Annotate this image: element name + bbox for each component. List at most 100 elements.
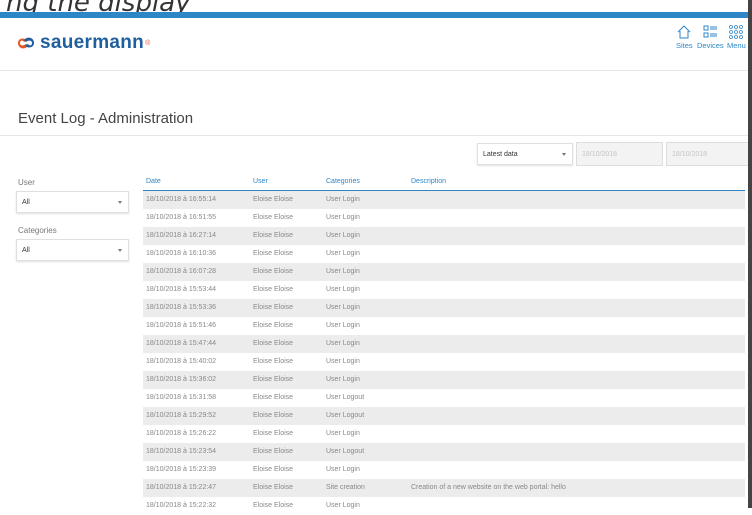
- user-cell: Eloise Eloise: [253, 268, 294, 275]
- table-row[interactable]: 18/10/2018 à 15:47:44 Eloise Eloise User L…: [143, 335, 745, 353]
- nav-menu-label: Menu: [727, 41, 746, 50]
- user-cell: Eloise Eloise: [253, 214, 294, 221]
- grid-icon: [729, 25, 744, 39]
- date-cell: 18/10/2018 à 16:27:14: [146, 232, 217, 239]
- list-icon: [703, 25, 718, 38]
- category-cell: User Login: [326, 430, 360, 437]
- nav-menu-button[interactable]: Menu: [727, 24, 746, 50]
- category-cell: User Login: [326, 322, 360, 329]
- date-cell: 18/10/2018 à 15:47:44: [146, 340, 217, 347]
- table-row[interactable]: 18/10/2018 à 15:23:39 Eloise Eloise User L…: [143, 461, 745, 479]
- table-header: Date User Categories Description: [143, 174, 745, 191]
- category-cell: Site creation: [326, 484, 365, 491]
- home-icon: [677, 25, 691, 39]
- date-cell: 18/10/2018 à 15:40:02: [146, 358, 217, 365]
- date-from-value: 18/10/2018: [582, 151, 618, 158]
- chevron-down-icon: [562, 153, 566, 156]
- chevron-down-icon: [118, 201, 122, 204]
- date-cell: 18/10/2018 à 15:36:02: [146, 376, 217, 383]
- user-cell: Eloise Eloise: [253, 394, 294, 401]
- table-row[interactable]: 18/10/2018 à 15:31:58 Eloise Eloise User L…: [143, 389, 745, 407]
- window-edge: [748, 0, 752, 508]
- column-header-date[interactable]: Date: [146, 178, 161, 185]
- brand-mark-icon: [18, 37, 34, 49]
- user-cell: Eloise Eloise: [253, 376, 294, 383]
- brand-name: sauermann: [40, 32, 145, 53]
- user-cell: Eloise Eloise: [253, 232, 294, 239]
- table-body: 18/10/2018 à 16:55:14 Eloise Eloise User L…: [143, 191, 745, 515]
- nav-sites-button[interactable]: Sites: [676, 24, 693, 50]
- date-cell: 18/10/2018 à 15:29:52: [146, 412, 217, 419]
- date-to-value: 18/10/2018: [672, 151, 708, 158]
- app-header: sauermann ® Sites Devices Menu: [0, 18, 752, 71]
- date-from-input[interactable]: 18/10/2018: [576, 142, 663, 166]
- category-cell: User Logout: [326, 412, 365, 419]
- category-cell: User Login: [326, 286, 360, 293]
- user-filter-value: All: [22, 199, 30, 206]
- table-row[interactable]: 18/10/2018 à 16:51:55 Eloise Eloise User L…: [143, 209, 745, 227]
- date-cell: 18/10/2018 à 15:23:54: [146, 448, 217, 455]
- user-cell: Eloise Eloise: [253, 304, 294, 311]
- user-cell: Eloise Eloise: [253, 322, 294, 329]
- category-cell: User Login: [326, 268, 360, 275]
- user-cell: Eloise Eloise: [253, 484, 294, 491]
- date-cell: 18/10/2018 à 15:26:22: [146, 430, 217, 437]
- chevron-down-icon: [118, 249, 122, 252]
- category-cell: User Logout: [326, 448, 365, 455]
- user-cell: Eloise Eloise: [253, 340, 294, 347]
- table-row[interactable]: 18/10/2018 à 15:29:52 Eloise Eloise User L…: [143, 407, 745, 425]
- date-cell: 18/10/2018 à 15:51:46: [146, 322, 217, 329]
- category-cell: User Login: [326, 214, 360, 221]
- categories-filter-select[interactable]: All: [16, 239, 129, 261]
- table-row[interactable]: 18/10/2018 à 15:36:02 Eloise Eloise User L…: [143, 371, 745, 389]
- date-cell: 18/10/2018 à 16:51:55: [146, 214, 217, 221]
- nav-devices-button[interactable]: Devices: [697, 24, 724, 50]
- date-cell: 18/10/2018 à 16:10:36: [146, 250, 217, 257]
- description-cell: Creation of a new website on the web por…: [411, 484, 566, 491]
- categories-filter-value: All: [22, 247, 30, 254]
- table-row[interactable]: 18/10/2018 à 16:07:28 Eloise Eloise User L…: [143, 263, 745, 281]
- brand-registered-mark: ®: [145, 39, 151, 47]
- user-cell: Eloise Eloise: [253, 466, 294, 473]
- table-row[interactable]: 18/10/2018 à 15:53:44 Eloise Eloise User L…: [143, 281, 745, 299]
- nav-devices-label: Devices: [697, 41, 724, 50]
- user-cell: Eloise Eloise: [253, 286, 294, 293]
- category-cell: User Login: [326, 466, 360, 473]
- category-cell: User Login: [326, 340, 360, 347]
- table-row[interactable]: 18/10/2018 à 15:53:36 Eloise Eloise User L…: [143, 299, 745, 317]
- user-filter-select[interactable]: All: [16, 191, 129, 213]
- user-cell: Eloise Eloise: [253, 448, 294, 455]
- table-row[interactable]: 18/10/2018 à 15:40:02 Eloise Eloise User L…: [143, 353, 745, 371]
- table-row[interactable]: 18/10/2018 à 15:51:46 Eloise Eloise User L…: [143, 317, 745, 335]
- date-cell: 18/10/2018 à 15:22:47: [146, 484, 217, 491]
- category-cell: User Login: [326, 232, 360, 239]
- user-cell: Eloise Eloise: [253, 250, 294, 257]
- table-row[interactable]: 18/10/2018 à 15:22:47 Eloise Eloise Site c…: [143, 479, 745, 497]
- date-cell: 18/10/2018 à 15:53:44: [146, 286, 217, 293]
- table-row[interactable]: 18/10/2018 à 15:26:22 Eloise Eloise User L…: [143, 425, 745, 443]
- column-header-categories[interactable]: Categories: [326, 178, 360, 185]
- table-row[interactable]: 18/10/2018 à 15:22:32 Eloise Eloise User L…: [143, 497, 745, 515]
- title-divider: [0, 135, 752, 136]
- page-title: Event Log - Administration: [18, 110, 194, 127]
- user-cell: Eloise Eloise: [253, 196, 294, 203]
- table-row[interactable]: 18/10/2018 à 15:23:54 Eloise Eloise User L…: [143, 443, 745, 461]
- date-cell: 18/10/2018 à 15:53:36: [146, 304, 217, 311]
- category-cell: User Login: [326, 304, 360, 311]
- date-cell: 18/10/2018 à 15:31:58: [146, 394, 217, 401]
- column-header-user[interactable]: User: [253, 178, 268, 185]
- table-row[interactable]: 18/10/2018 à 16:27:14 Eloise Eloise User L…: [143, 227, 745, 245]
- brand-logo[interactable]: sauermann ®: [16, 32, 150, 54]
- user-filter-label: User: [18, 178, 35, 187]
- period-select-value: Latest data: [483, 151, 518, 158]
- table-row[interactable]: 18/10/2018 à 16:55:14 Eloise Eloise User L…: [143, 191, 745, 209]
- date-cell: 18/10/2018 à 16:07:28: [146, 268, 217, 275]
- period-select[interactable]: Latest data: [477, 143, 573, 165]
- date-cell: 18/10/2018 à 16:55:14: [146, 196, 217, 203]
- table-row[interactable]: 18/10/2018 à 16:10:36 Eloise Eloise User L…: [143, 245, 745, 263]
- date-to-input[interactable]: 18/10/2018: [666, 142, 752, 166]
- column-header-description[interactable]: Description: [411, 178, 446, 185]
- category-cell: User Login: [326, 376, 360, 383]
- date-cell: 18/10/2018 à 15:23:39: [146, 466, 217, 473]
- category-cell: User Login: [326, 250, 360, 257]
